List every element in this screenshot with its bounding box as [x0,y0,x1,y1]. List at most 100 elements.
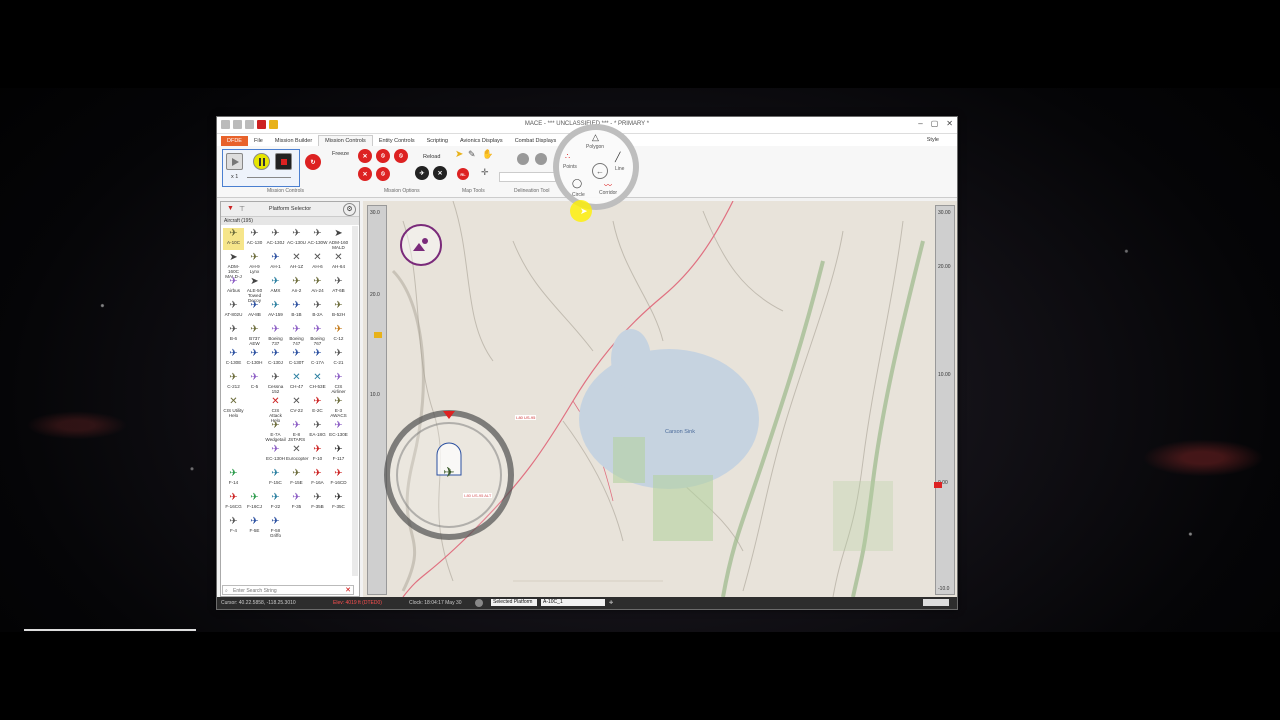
platform-item[interactable]: ✈ E-2C [307,396,328,418]
platform-item[interactable]: ✈ C-130H [244,348,265,370]
reload-weapons-button[interactable]: ✈ [415,166,429,180]
platform-item[interactable]: ✕ AH-64 [328,252,349,274]
pause-button[interactable] [253,153,270,170]
measure-tool-icon[interactable]: ✎ [468,149,476,160]
delineation-field[interactable] [499,172,556,182]
platform-item[interactable]: ✈ AC-130 [244,228,265,250]
platform-item[interactable]: ✈ F-5II Griffo [265,516,286,538]
tab-combat-displays[interactable]: Combat Displays [509,136,563,146]
maximize-icon[interactable]: ▢ [931,119,939,128]
platform-item[interactable]: ✈ B-6 [223,324,244,346]
platform-item[interactable]: ✈ AT-802U [223,300,244,322]
platform-item[interactable]: ✈ AH-9 Lynx [244,252,265,274]
platform-item[interactable]: ✈ EC-130H [265,444,286,466]
platform-search-input[interactable]: ⌕ Enter Search String ✕ [222,585,354,595]
style-menu[interactable]: Style [927,137,939,143]
platform-item[interactable]: ✈ C-130E [223,348,244,370]
polygon-label[interactable]: Polygon [586,144,604,150]
select-tool-icon[interactable]: ➤ [455,149,463,160]
platform-item[interactable]: ✈ F-16CJ [244,492,265,514]
platform-item[interactable]: ✈ F-22 [265,492,286,514]
corridor-label[interactable]: Corridor [599,190,617,196]
reload-fuel-button[interactable]: ✕ [433,166,447,180]
center-on-platform-icon[interactable]: ✛ [609,600,613,606]
platform-item[interactable]: ✈ Airbus [223,276,244,298]
left-ruler-marker[interactable] [374,332,382,338]
platform-item[interactable]: ✈ EA-18G [307,420,328,442]
platform-item[interactable]: ✈ Boeing 767 [307,324,328,346]
reset-button[interactable]: ↻ [305,154,321,170]
platform-item[interactable]: ✕ CV-22 [286,396,307,418]
right-altitude-ruler[interactable]: 30.00 20.00 10.00 0.00 -10.0 [934,205,955,595]
platform-item[interactable]: ✈ Cessna 152 [265,372,286,394]
no-missile-button[interactable]: ✕ [358,149,372,163]
platform-item[interactable]: ✈ B-52H [328,300,349,322]
platform-item[interactable]: ✈ E-8 JSTARS [286,420,307,442]
platform-item[interactable]: ✈ C-130T [286,348,307,370]
no-gun-button[interactable]: ⦸ [376,149,390,163]
platform-item[interactable]: ✕ AH-1Z [286,252,307,274]
tab-mission-controls[interactable]: Mission Controls [318,135,373,146]
platform-scrollbar[interactable] [352,226,358,576]
platform-item[interactable]: ✕ CIS Utility Helo [223,396,244,418]
crosshair-tool-icon[interactable]: ✛ [481,167,489,178]
platform-item[interactable]: ✈ A-10C [223,228,244,250]
platform-item[interactable]: ✈ AC-130J [265,228,286,250]
aircraft-category-header[interactable]: Aircraft (195) [221,217,359,225]
platform-item[interactable]: ➤ ALE-50 Towed Decoy [244,276,265,303]
platform-item[interactable]: ✕ CH-53E [307,372,328,394]
polygon-icon[interactable]: △ [592,132,599,143]
platform-item[interactable]: ✈ An-2 [286,276,307,298]
platform-item[interactable]: ✈ AMX [265,276,286,298]
delineation-a-button[interactable] [517,153,529,165]
tab-scripting[interactable]: Scripting [421,136,454,146]
platform-item[interactable]: ✈ AV-159 [265,300,286,322]
platform-item[interactable]: ✈ C-130J [265,348,286,370]
platform-item[interactable]: ✈ B737 AEW [244,324,265,346]
platform-item[interactable]: ✈ C-17A [307,348,328,370]
platform-item[interactable]: ✈ EC-130E [328,420,349,442]
range-tool-button[interactable]: RL [457,168,469,180]
platform-item[interactable]: ✈ C-21 [328,348,349,370]
waypoint-circle[interactable] [397,221,447,271]
platform-item[interactable]: ✈ AT-6B [328,276,349,298]
platform-item[interactable]: ✈ F-35 [286,492,307,514]
no-flare-button[interactable]: ✕ [358,167,372,181]
platform-item[interactable]: ✈ CIS Airliner [328,372,349,394]
platform-item[interactable]: ✈ F-16CG [223,492,244,514]
right-ruler-marker[interactable] [934,482,942,488]
platform-item[interactable]: ✕ AH-6 [307,252,328,274]
platform-item[interactable]: ✈ F-14 [223,468,244,490]
no-crash-button[interactable]: ⦸ [376,167,390,181]
platform-item[interactable]: ✈ An-24 [307,276,328,298]
platform-item[interactable]: ✈ AC-130U [286,228,307,250]
platform-item[interactable]: ✈ F-117 [328,444,349,466]
platform-item[interactable]: ✕ CIS Attack Helo [265,396,286,423]
platform-item[interactable]: ✈ B-1B [286,300,307,322]
aircraft-range-ring[interactable]: ✈ [379,405,519,545]
platform-item[interactable]: ✈ F-5E [244,516,265,538]
platform-item[interactable]: ✈ F-16A [307,468,328,490]
platform-item[interactable]: ✈ E-3 AWACS [328,396,349,418]
platform-item[interactable]: ✈ E-7A Wedgetail [265,420,286,442]
tab-mission-builder[interactable]: Mission Builder [269,136,318,146]
platform-item[interactable]: ✈ F-16CD [328,468,349,490]
clear-search-icon[interactable]: ✕ [345,586,351,596]
map-view[interactable]: Carson Sink I-80 US-95 ALT I-80 US-95 30… [363,201,957,597]
platform-item[interactable]: ✈ C-12 [328,324,349,346]
tab-dfde[interactable]: DFDE [221,136,248,146]
platform-item[interactable]: ✈ AV-8B [244,300,265,322]
platform-item[interactable]: ✈ F-15C [265,468,286,490]
points-icon[interactable]: ∴ [565,152,570,161]
close-icon[interactable]: ✕ [946,119,953,128]
platform-item[interactable]: ✈ F-35C [328,492,349,514]
platform-item[interactable]: ✈ F-35B [307,492,328,514]
tab-avionics-displays[interactable]: Avionics Displays [454,136,509,146]
line-icon[interactable]: ╱ [615,152,620,163]
gear-icon[interactable]: ⚙ [343,203,356,216]
platform-item[interactable]: ✈ F-15E [286,468,307,490]
points-label[interactable]: Points [563,164,577,170]
platform-item[interactable]: ✈ B-2A [307,300,328,322]
circle-icon[interactable]: ◯ [572,178,582,189]
platform-item[interactable]: ✕ Eurocopter [286,444,308,466]
